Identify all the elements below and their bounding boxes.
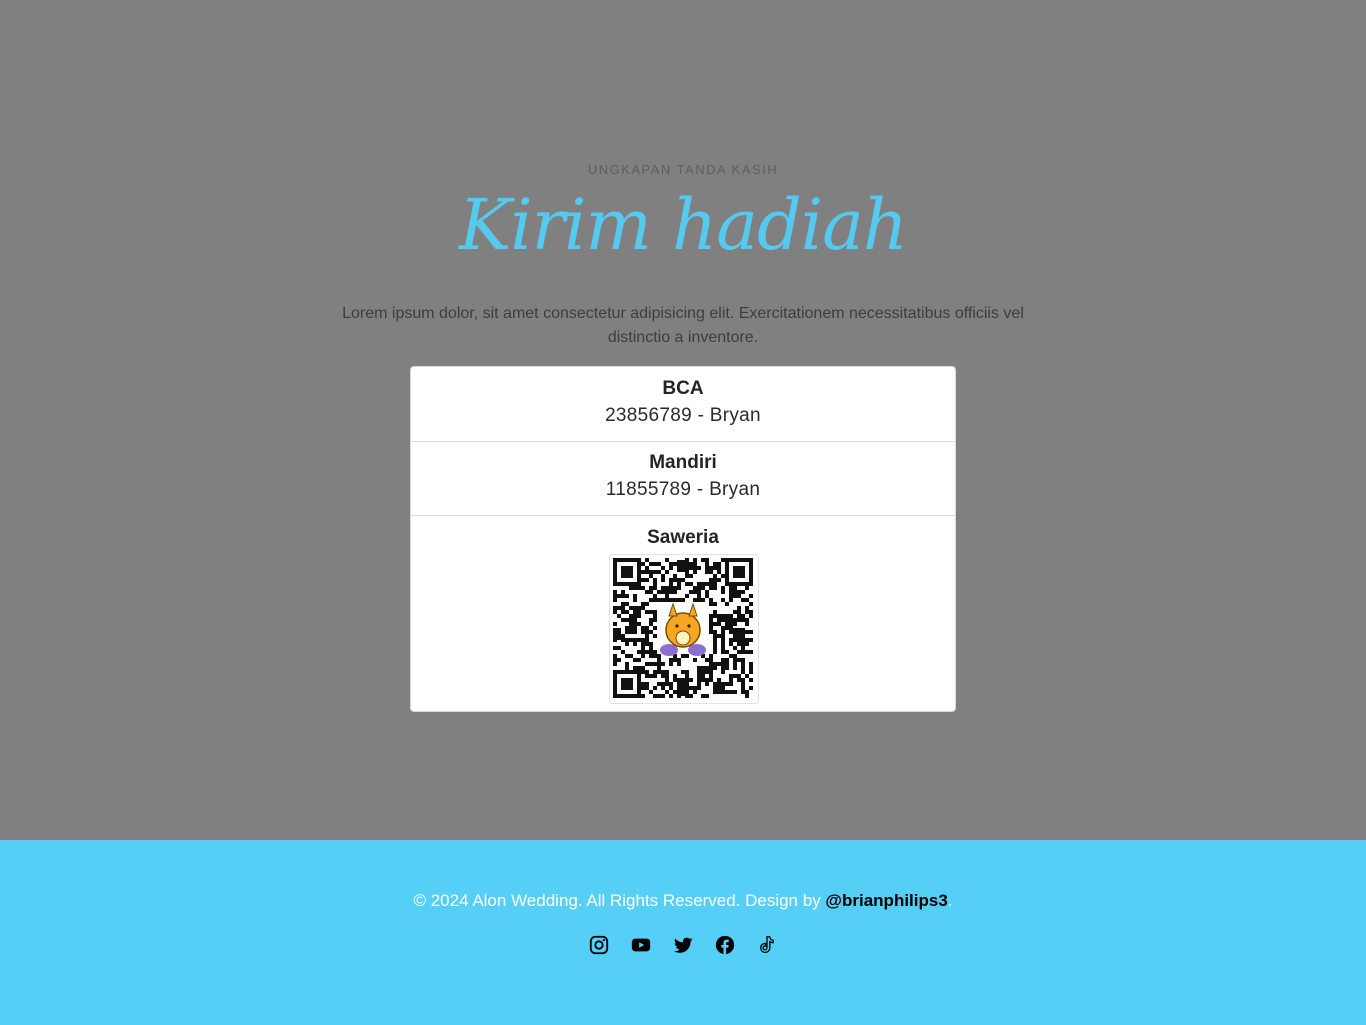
facebook-icon[interactable] — [714, 934, 736, 956]
youtube-icon[interactable] — [630, 934, 652, 956]
qr-code-icon — [609, 554, 759, 704]
copyright-text: © 2024 Alon Wedding. All Rights Reserved… — [0, 891, 1366, 911]
copyright-label: © 2024 Alon Wedding. All Rights Reserved… — [413, 891, 826, 910]
designer-link[interactable]: @brianphilips3 — [825, 891, 947, 910]
copyright-period: . — [947, 891, 953, 910]
account-item-bca: BCA 23856789 - Bryan — [411, 367, 955, 442]
twitter-icon[interactable] — [672, 934, 694, 956]
tiktok-icon[interactable] — [756, 934, 778, 956]
account-item-saweria: Saweria — [411, 516, 955, 711]
bank-name: BCA — [662, 378, 704, 399]
section-eyebrow: UNGKAPAN TANDA KASIH — [587, 162, 779, 177]
instagram-icon[interactable] — [588, 934, 610, 956]
bank-name: Saweria — [647, 527, 719, 548]
section-description: Lorem ipsum dolor, sit amet consectetur … — [342, 305, 1024, 346]
account-list: BCA 23856789 - Bryan Mandiri 11855789 - … — [410, 366, 956, 712]
account-number: 11855789 - Bryan — [605, 479, 761, 500]
social-links — [0, 934, 1366, 956]
section-title: Kirim hadiah — [459, 184, 908, 266]
account-item-mandiri: Mandiri 11855789 - Bryan — [411, 441, 955, 516]
bank-name: Mandiri — [649, 452, 717, 473]
account-number: 23856789 - Bryan — [605, 405, 761, 426]
footer: © 2024 Alon Wedding. All Rights Reserved… — [0, 840, 1366, 1025]
gift-section: UNGKAPAN TANDA KASIH Kirim hadiah Lorem … — [0, 0, 1366, 840]
